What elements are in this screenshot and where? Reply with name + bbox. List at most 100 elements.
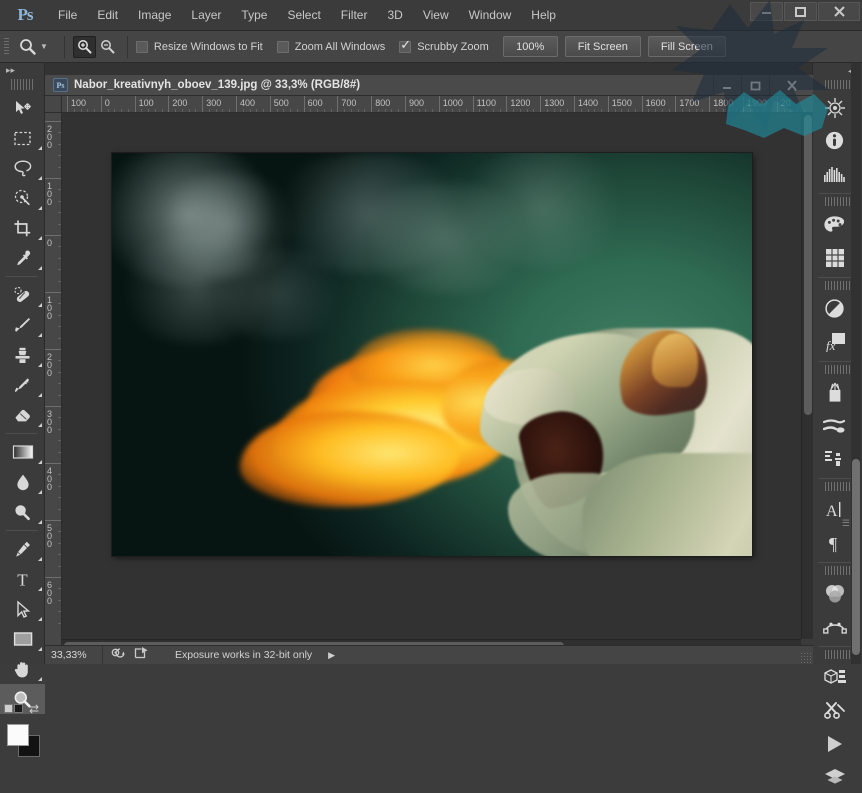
- brush-panel-icon[interactable]: [814, 376, 855, 409]
- hand-tool[interactable]: [0, 654, 45, 684]
- color-panel-icon[interactable]: [814, 208, 855, 241]
- rectangle-tool[interactable]: [0, 624, 45, 654]
- canvas-vertical-scrollbar[interactable]: [801, 113, 813, 651]
- eyedropper-tool[interactable]: [0, 243, 45, 273]
- blur-tool[interactable]: [0, 467, 45, 497]
- document-title-bar[interactable]: Ps Nabor_kreativnyh_oboev_139.jpg @ 33,3…: [45, 75, 813, 96]
- default-colors-icon[interactable]: [4, 704, 23, 713]
- button-fit-screen[interactable]: Fit Screen: [565, 36, 641, 57]
- dock-group-grip[interactable]: [825, 650, 851, 659]
- gradient-tool[interactable]: [0, 437, 45, 467]
- dock-scrollbar-thumb[interactable]: [852, 459, 860, 655]
- menu-item-image[interactable]: Image: [128, 5, 181, 25]
- checkbox-scrubby-zoom[interactable]: Scrubby Zoom: [399, 41, 489, 53]
- dock-group-grip[interactable]: [825, 365, 851, 374]
- ruler-minor-tick: [770, 109, 771, 112]
- navigator-panel-icon[interactable]: [814, 91, 855, 124]
- dock-group-grip[interactable]: [825, 80, 851, 89]
- menu-item-window[interactable]: Window: [459, 5, 522, 25]
- spot-healing-brush-tool[interactable]: [0, 280, 45, 310]
- scrollbar-thumb[interactable]: [804, 115, 812, 415]
- menu-item-view[interactable]: View: [413, 5, 459, 25]
- zoom-in-button[interactable]: [73, 36, 96, 58]
- document-settings-icon[interactable]: [111, 646, 128, 664]
- menu-item-type[interactable]: Type: [231, 5, 277, 25]
- dodge-tool[interactable]: [0, 497, 45, 527]
- move-tool[interactable]: [0, 93, 45, 123]
- quick-selection-tool[interactable]: [0, 183, 45, 213]
- toolbar-grip[interactable]: [11, 79, 33, 90]
- pen-tool[interactable]: [0, 534, 45, 564]
- ruler-origin-corner[interactable]: [45, 96, 62, 113]
- options-bar-grip[interactable]: [4, 38, 9, 56]
- rectangular-marquee-tool[interactable]: [0, 123, 45, 153]
- button-100[interactable]: 100%: [503, 36, 558, 57]
- histogram-panel-icon[interactable]: [814, 157, 855, 190]
- button-fill-screen[interactable]: Fill Screen: [648, 36, 726, 57]
- styles-panel-icon[interactable]: fx: [814, 325, 855, 358]
- menu-item-filter[interactable]: Filter: [331, 5, 378, 25]
- checkbox-box[interactable]: [399, 41, 411, 53]
- ruler-minor-tick: [209, 109, 210, 112]
- zoom-tool-icon[interactable]: [14, 35, 40, 59]
- 3d-panel-icon[interactable]: [814, 661, 855, 694]
- ruler-minor-tick: [74, 109, 75, 112]
- history-brush-tool[interactable]: [0, 370, 45, 400]
- dock-scrollbar[interactable]: [851, 63, 861, 664]
- menu-item-edit[interactable]: Edit: [87, 5, 128, 25]
- dock-resize-handle[interactable]: ☰: [842, 518, 850, 529]
- image-artboard[interactable]: [112, 153, 752, 556]
- clone-source-panel-icon[interactable]: [814, 442, 855, 475]
- adjustments-panel-icon[interactable]: [814, 292, 855, 325]
- document-minimize-button[interactable]: [713, 75, 741, 96]
- tool-presets-panel-icon[interactable]: [814, 694, 855, 727]
- checkbox-box[interactable]: [277, 41, 289, 53]
- layers-panel-icon[interactable]: [814, 760, 855, 793]
- eraser-tool[interactable]: [0, 400, 45, 430]
- tool-preset-chevron-down-icon[interactable]: ▼: [40, 42, 48, 51]
- swatches-panel-icon[interactable]: [814, 241, 855, 274]
- checkbox-resize-windows-to-fit[interactable]: Resize Windows to Fit: [136, 41, 263, 53]
- menu-item-file[interactable]: File: [48, 5, 87, 25]
- toolbar-collapse-icon[interactable]: ▸▸: [0, 63, 44, 78]
- crop-tool[interactable]: [0, 213, 45, 243]
- ruler-minor-tick: [87, 109, 88, 112]
- path-selection-tool[interactable]: [0, 594, 45, 624]
- timeline-panel-icon[interactable]: [814, 727, 855, 760]
- foreground-color-swatch[interactable]: [7, 724, 29, 746]
- horizontal-ruler[interactable]: 1000100200300400500600700800900100011001…: [62, 96, 813, 113]
- dock-group-grip[interactable]: [825, 482, 851, 491]
- channels-panel-icon[interactable]: [814, 577, 855, 610]
- dock-group-grip[interactable]: [825, 281, 851, 290]
- close-button[interactable]: [818, 2, 860, 21]
- canvas-area[interactable]: www.fullcrackindir.com: [62, 113, 813, 664]
- menu-item-layer[interactable]: Layer: [181, 5, 231, 25]
- resize-grip[interactable]: [800, 652, 811, 663]
- maximize-button[interactable]: [784, 2, 817, 21]
- status-zoom-level[interactable]: 33,33%: [45, 646, 103, 665]
- toolbar-divider: [6, 276, 38, 277]
- paths-panel-icon[interactable]: [814, 610, 855, 643]
- lasso-tool[interactable]: [0, 153, 45, 183]
- swap-colors-icon[interactable]: ⇄: [29, 702, 39, 716]
- document-maximize-button[interactable]: [741, 75, 769, 96]
- dock-group-grip[interactable]: [825, 197, 851, 206]
- horizontal-type-tool[interactable]: T: [0, 564, 45, 594]
- status-expand-arrow-icon[interactable]: ▶: [328, 650, 335, 661]
- minimize-button[interactable]: [750, 2, 783, 21]
- menu-item-help[interactable]: Help: [521, 5, 566, 25]
- info-panel-icon[interactable]: [814, 124, 855, 157]
- dock-group-grip[interactable]: [825, 566, 851, 575]
- share-icon[interactable]: [134, 646, 149, 664]
- brush-presets-panel-icon[interactable]: [814, 409, 855, 442]
- menu-item-select[interactable]: Select: [277, 5, 330, 25]
- clone-stamp-tool[interactable]: [0, 340, 45, 370]
- checkbox-zoom-all-windows[interactable]: Zoom All Windows: [277, 41, 385, 53]
- brush-tool[interactable]: [0, 310, 45, 340]
- menu-item-3d[interactable]: 3D: [377, 5, 412, 25]
- zoom-out-button[interactable]: [96, 36, 119, 58]
- vertical-ruler[interactable]: 2001000100200300400500600: [45, 113, 62, 664]
- document-close-button[interactable]: [769, 75, 813, 96]
- checkbox-box[interactable]: [136, 41, 148, 53]
- paragraph-panel-icon[interactable]: ¶: [814, 526, 855, 559]
